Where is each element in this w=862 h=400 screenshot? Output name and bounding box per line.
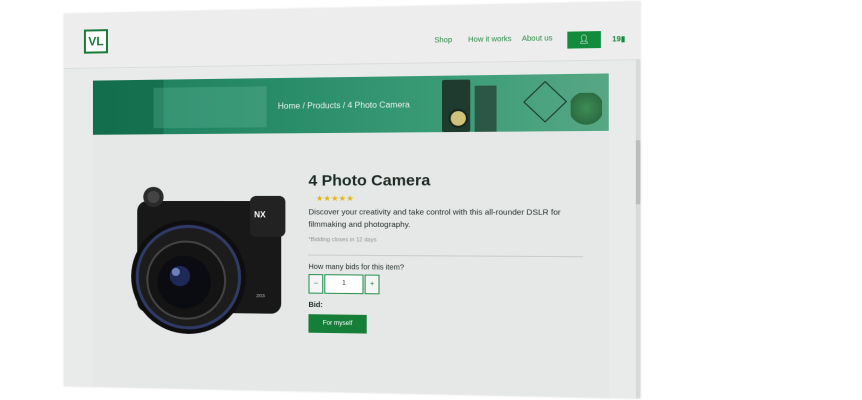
product-title: 4 Photo Camera (308, 171, 431, 190)
rating-stars: ★★★★★ (315, 193, 354, 204)
divider (308, 254, 583, 258)
svg-text:203: 203 (256, 293, 265, 299)
user-icon: 👤︎ (578, 34, 590, 45)
page-stage: VL Shop How it works About us 👤︎ 19▮ Hom… (0, 0, 862, 400)
product-description: Discover your creativity and take contro… (308, 207, 561, 230)
product-image-camera: NX 203 (131, 186, 286, 335)
nav-link-how-it-works[interactable]: How it works (468, 36, 511, 44)
nav-link-shop[interactable]: Shop (434, 37, 452, 45)
bid-label: Bid: (308, 301, 323, 310)
bid-balance[interactable]: 19▮ (612, 35, 625, 44)
product-card: NX 203 4 Photo Camera ★★★★★ Discover you… (92, 130, 609, 398)
bid-for-myself-button[interactable]: For myself (308, 314, 367, 334)
user-account-button[interactable]: 👤︎ (567, 31, 601, 49)
scrollbar-track[interactable] (635, 59, 641, 399)
quantity-decrease-button[interactable]: − (308, 274, 324, 294)
quantity-increase-button[interactable]: + (364, 274, 380, 295)
speaker-cone (448, 108, 469, 128)
browser-screen: VL Shop How it works About us 👤︎ 19▮ Hom… (64, 1, 641, 399)
top-navigation-bar: VL Shop How it works About us 👤︎ 19▮ (64, 1, 641, 69)
closing-note: *Bidding closes in 12 days (308, 237, 377, 244)
svg-text:NX: NX (254, 210, 266, 219)
quantity-input[interactable]: 1 (324, 274, 364, 295)
logo[interactable]: VL (83, 29, 108, 54)
bid-quantity-label: How many bids for this item? (308, 263, 405, 272)
bag-icon: ▮ (620, 35, 626, 44)
scrollbar-thumb[interactable] (635, 140, 641, 205)
hero-banner: Home / Products / 4 Photo Camera (92, 73, 609, 135)
bid-count: 19 (612, 35, 621, 44)
nav-link-about-us[interactable]: About us (522, 35, 553, 43)
